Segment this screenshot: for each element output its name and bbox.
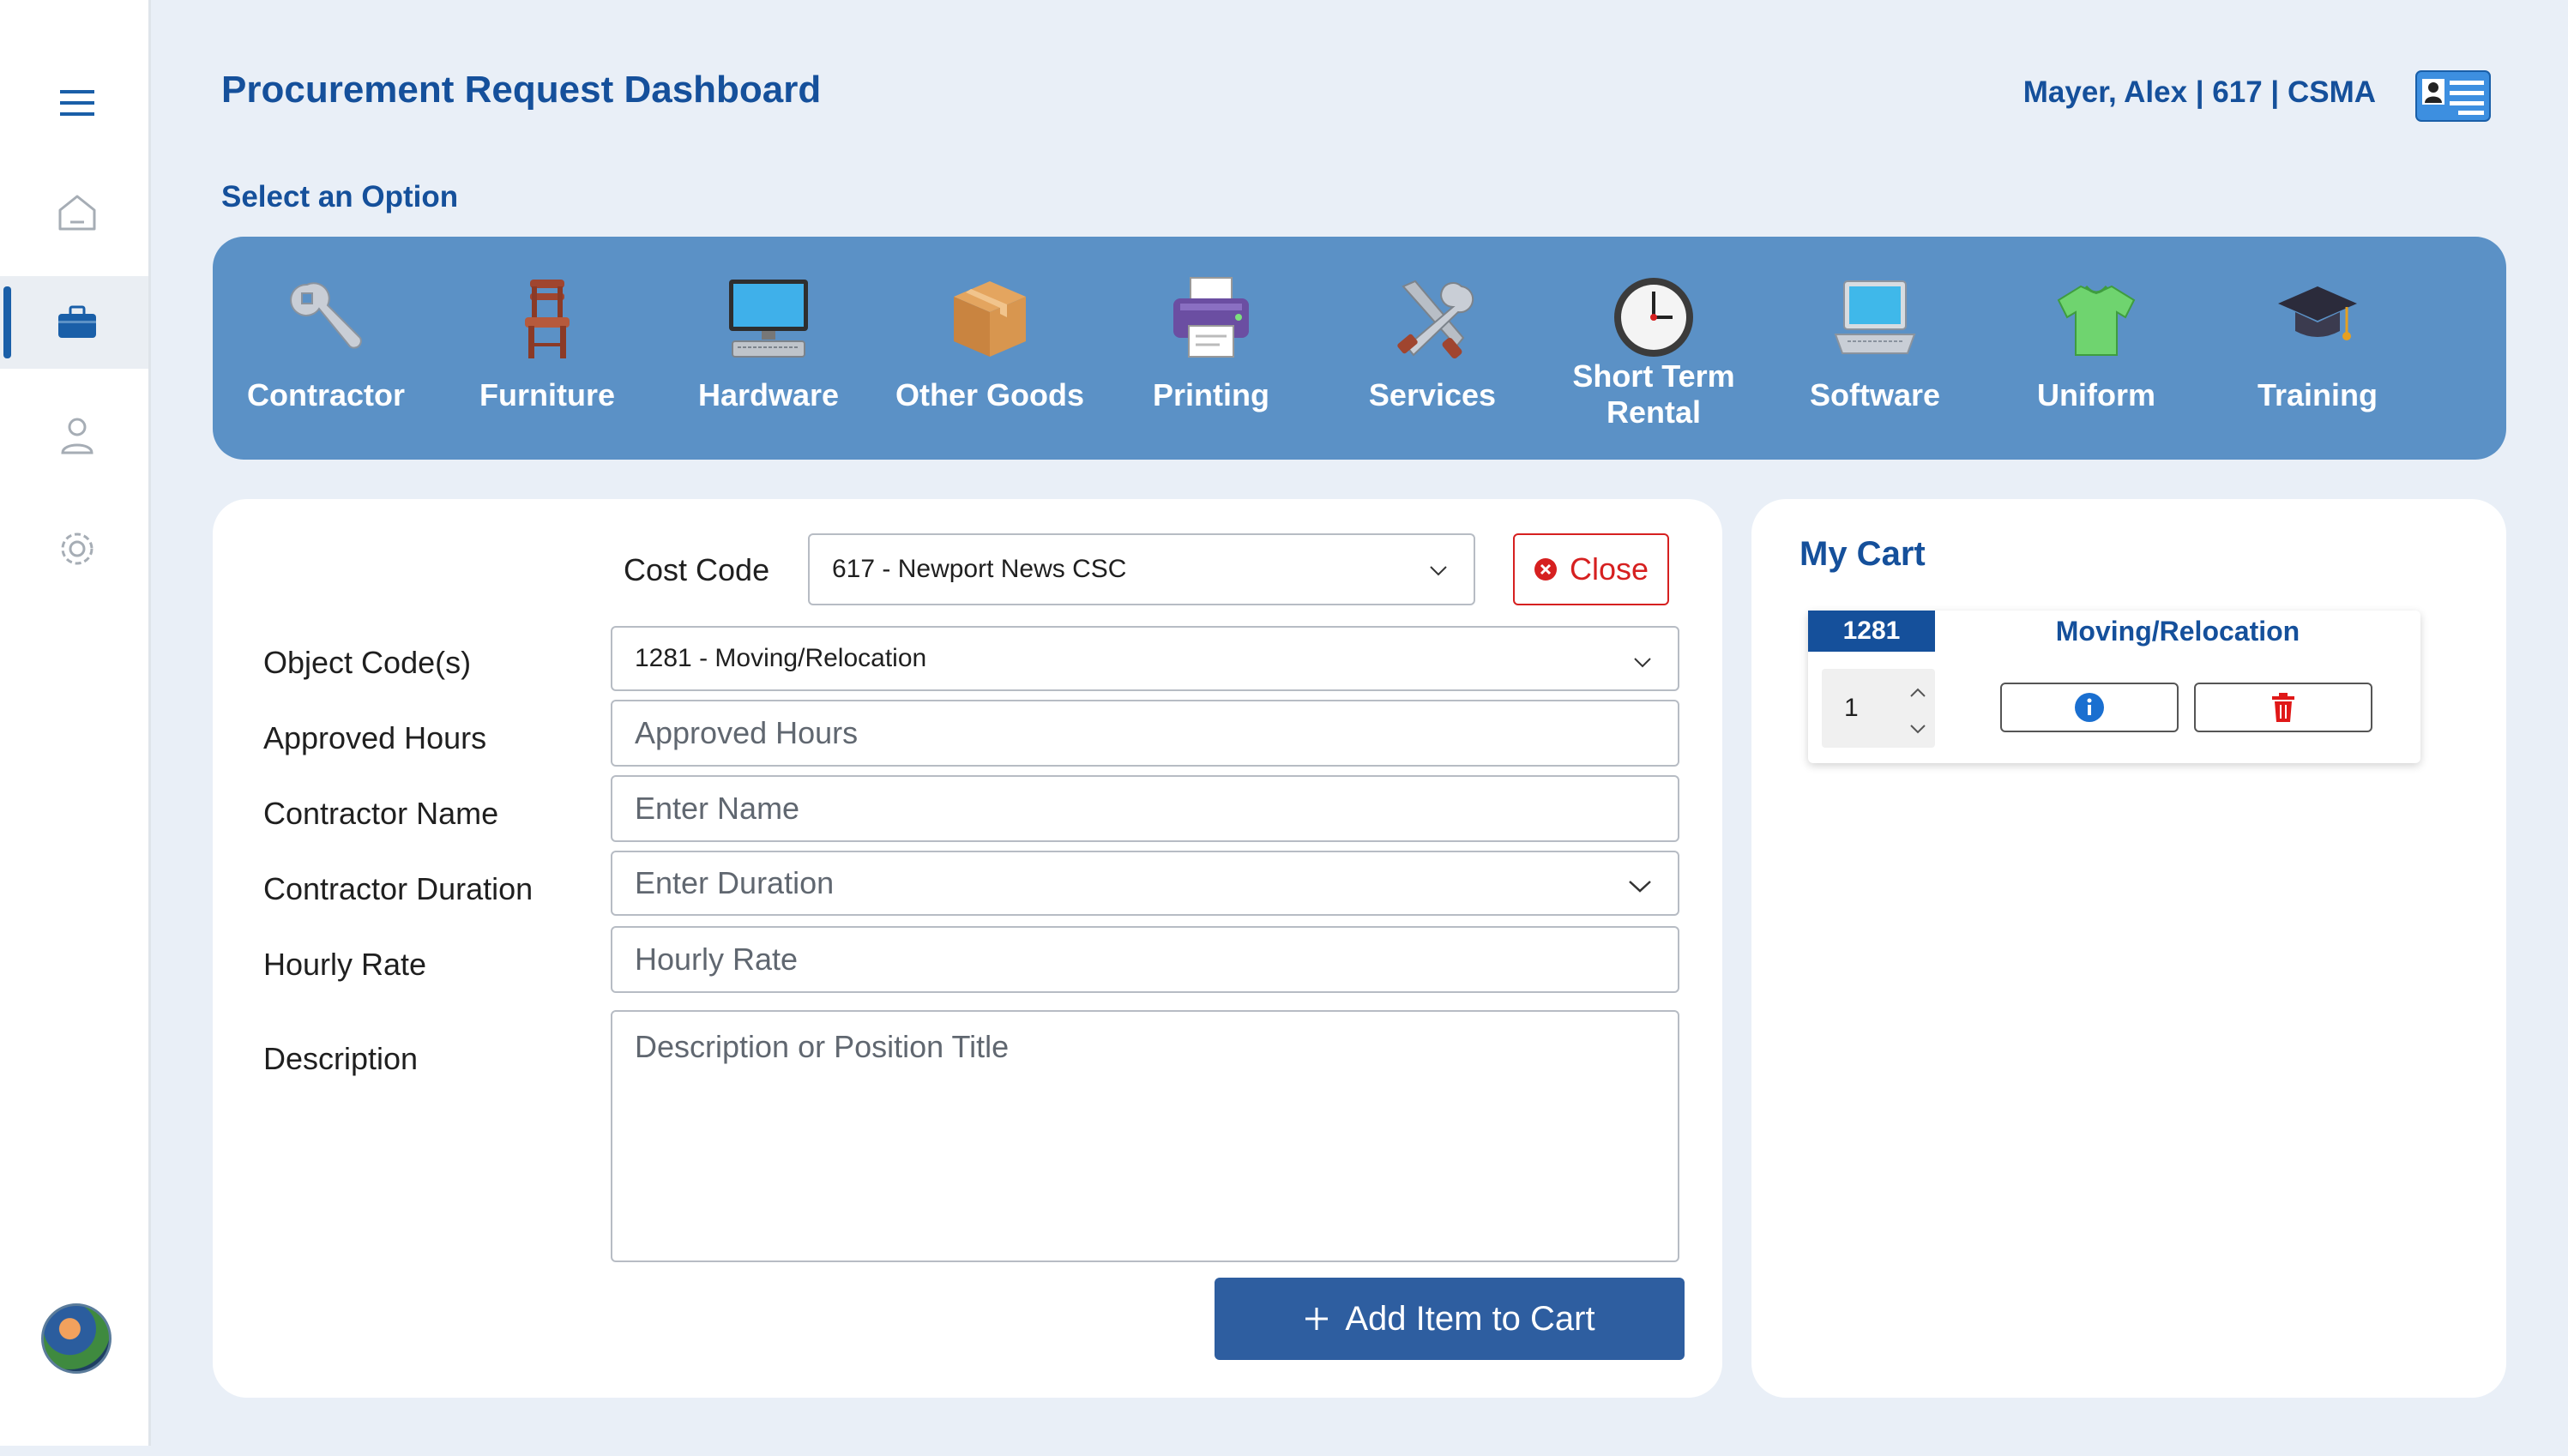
chevron-down-icon: [1429, 555, 1448, 584]
category-label: Training: [2257, 377, 2378, 412]
category-label: Printing: [1153, 377, 1269, 412]
cart-title: My Cart: [1799, 535, 1926, 573]
category-services[interactable]: Services: [1333, 237, 1532, 460]
sidebar: [0, 0, 151, 1446]
category-label: Services: [1368, 377, 1497, 412]
active-indicator: [3, 286, 11, 358]
close-icon: [1534, 558, 1557, 581]
category-other-goods[interactable]: Other Goods: [890, 237, 1089, 460]
close-button[interactable]: Close: [1513, 533, 1669, 605]
object-code-label: Object Code(s): [263, 645, 472, 680]
tools-icon: [1389, 274, 1475, 360]
briefcase-icon[interactable]: [43, 288, 112, 357]
approved-hours-label: Approved Hours: [263, 720, 487, 755]
category-furniture[interactable]: Furniture: [448, 237, 647, 460]
add-item-label: Add Item to Cart: [1345, 1299, 1595, 1338]
category-bar: Contractor Furniture Hardware Other Good…: [213, 237, 2506, 460]
category-label: Furniture: [479, 377, 615, 412]
category-software[interactable]: Software: [1775, 237, 1974, 460]
hourly-rate-placeholder: Hourly Rate: [635, 942, 799, 977]
category-label: Uniform: [2037, 377, 2155, 412]
home-icon[interactable]: [43, 178, 112, 247]
category-label: Hardware: [697, 377, 840, 412]
monitor-icon: [726, 274, 811, 360]
contractor-duration-label: Contractor Duration: [263, 871, 533, 906]
category-short-term-rental[interactable]: Short Term Rental: [1554, 237, 1753, 460]
gear-icon[interactable]: [43, 514, 112, 583]
add-item-to-cart-button[interactable]: Add Item to Cart: [1215, 1278, 1685, 1360]
cart-item-code: 1281: [1808, 611, 1935, 652]
approved-hours-input[interactable]: Approved Hours: [611, 700, 1679, 767]
item-info-button[interactable]: [2000, 683, 2179, 732]
category-label: Short Term Rental: [1572, 358, 1735, 430]
category-uniform[interactable]: Uniform: [1997, 237, 2196, 460]
user-icon[interactable]: [43, 401, 112, 470]
contractor-name-placeholder: Enter Name: [635, 791, 800, 826]
chevron-down-icon[interactable]: [1909, 712, 1926, 741]
approved-hours-placeholder: Approved Hours: [635, 715, 859, 750]
select-option-heading: Select an Option: [221, 180, 459, 214]
category-label: Other Goods: [895, 377, 1084, 412]
info-icon: [2075, 693, 2104, 722]
category-printing[interactable]: Printing: [1112, 237, 1311, 460]
contractor-name-input[interactable]: Enter Name: [611, 775, 1679, 842]
chair-icon: [504, 274, 590, 360]
cost-code-value: 617 - Newport News CSC: [832, 555, 1127, 583]
quantity-value: 1: [1844, 694, 1859, 722]
id-card-icon[interactable]: [2415, 70, 2491, 122]
cart-item: 1281 Moving/Relocation 1: [1808, 611, 2420, 763]
cost-code-label: Cost Code: [624, 552, 770, 587]
page-title: Procurement Request Dashboard: [221, 69, 822, 111]
user-info: Mayer, Alex | 617 | CSMA: [2022, 75, 2376, 109]
category-label: Software: [1809, 377, 1941, 412]
object-code-value: 1281 - Moving/Relocation: [635, 644, 927, 672]
clock-icon: [1611, 274, 1697, 360]
shirt-icon: [2053, 274, 2139, 360]
hourly-rate-input[interactable]: Hourly Rate: [611, 926, 1679, 993]
category-label: Contractor: [246, 377, 405, 412]
chevron-down-icon: [1628, 865, 1652, 901]
description-label: Description: [263, 1041, 419, 1076]
avatar[interactable]: [41, 1303, 112, 1374]
chevron-up-icon[interactable]: [1909, 676, 1926, 705]
description-textarea[interactable]: Description or Position Title: [611, 1010, 1679, 1262]
cost-code-select[interactable]: 617 - Newport News CSC: [808, 533, 1475, 605]
menu-icon[interactable]: [43, 69, 112, 137]
object-code-select[interactable]: 1281 - Moving/Relocation: [611, 626, 1679, 691]
chevron-down-icon: [1633, 641, 1652, 677]
trash-icon: [2272, 693, 2294, 722]
remove-item-button[interactable]: [2194, 683, 2372, 732]
cart-item-name: Moving/Relocation: [2055, 615, 2300, 647]
hourly-rate-label: Hourly Rate: [263, 947, 427, 982]
description-placeholder: Description or Position Title: [635, 1029, 1010, 1064]
category-hardware[interactable]: Hardware: [669, 237, 868, 460]
category-training[interactable]: Training: [2218, 237, 2417, 460]
contractor-duration-placeholder: Enter Duration: [635, 865, 835, 900]
box-icon: [947, 274, 1033, 360]
close-button-label: Close: [1569, 551, 1649, 587]
category-contractor[interactable]: Contractor: [226, 237, 425, 460]
laptop-icon: [1832, 274, 1918, 360]
contractor-name-label: Contractor Name: [263, 796, 499, 831]
quantity-stepper[interactable]: 1: [1822, 669, 1935, 748]
contractor-duration-select[interactable]: Enter Duration: [611, 851, 1679, 916]
printer-icon: [1168, 274, 1254, 360]
wrench-icon: [283, 274, 369, 360]
plus-icon: [1305, 1308, 1329, 1330]
graduation-cap-icon: [2275, 274, 2360, 360]
